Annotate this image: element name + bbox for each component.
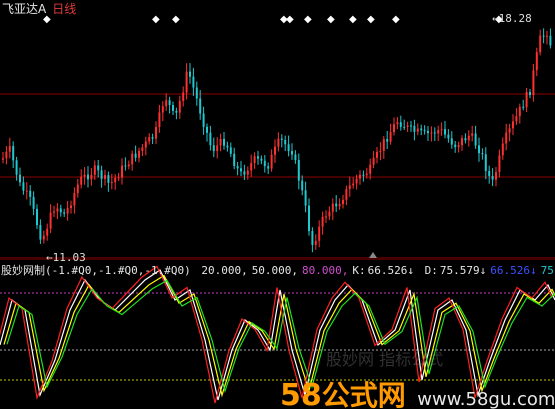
extra-value-2: 75.579 (540, 264, 555, 277)
watermark-cn: 公式网 (321, 379, 406, 409)
watermark-number: 58 (280, 378, 322, 409)
stock-name: 飞亚达A (2, 2, 47, 16)
high-price-label: ←18.28 (492, 12, 532, 25)
watermark-url: www.58gu.com (417, 389, 555, 409)
period-label: 日线 (52, 2, 77, 16)
stock-title: 飞亚达A 日线 (2, 0, 76, 17)
indicator-params: (-1.#Q0,-1.#Q0,-1.#Q0) (45, 264, 191, 277)
level-50-value: 50.000, (251, 264, 299, 277)
k-value: 66.526↓ (367, 264, 415, 277)
extra-value-1: 66.526↓ (490, 264, 537, 277)
indicator-name: 股妙网制 (1, 264, 45, 277)
indicator-info-bar: 股妙网制(-1.#Q0,-1.#Q0,-1.#Q0) 20.000, 50.000… (1, 262, 555, 278)
watermark-logo: 58公式网 www.58gu.com (280, 374, 555, 409)
d-value: 75.579↓ (439, 264, 487, 277)
indicator-panel[interactable] (0, 0, 555, 409)
watermark-faded: 股妙网 指标公式 (326, 350, 444, 369)
k-label: K: (352, 264, 366, 277)
level-20-value: 20.000, (201, 264, 248, 277)
chart-window[interactable]: ◆ ◆ ◆ ◆ ◆ ◆ ◆ ◆ ◆ ◆ ◆ 飞亚达A 日线 ←18.28 ←11.03 股妙网制(-1… (0, 0, 555, 409)
level-80-value: 80.000, (302, 264, 349, 277)
d-label: D: (424, 264, 438, 277)
